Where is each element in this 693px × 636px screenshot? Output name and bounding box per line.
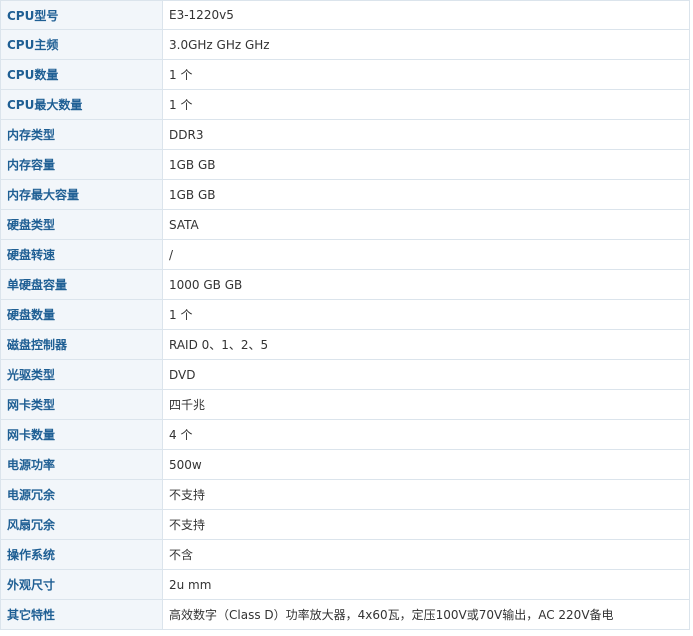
spec-row-optical-drive-type: 光驱类型 DVD [0,359,690,390]
spec-row-nic-type: 网卡类型 四千兆 [0,389,690,420]
spec-row-dimensions: 外观尺寸 2u mm [0,569,690,600]
spec-label: CPU数量 [0,59,163,90]
spec-label: 内存容量 [0,149,163,180]
spec-row-cpu-max-count: CPU最大数量 1 个 [0,89,690,120]
spec-label: 操作系统 [0,539,163,570]
spec-label: 风扇冗余 [0,509,163,540]
spec-value: 1GB GB [162,149,690,180]
spec-value: 1GB GB [162,179,690,210]
spec-row-memory-capacity: 内存容量 1GB GB [0,149,690,180]
spec-value: 不含 [162,539,690,570]
spec-row-fan-redundancy: 风扇冗余 不支持 [0,509,690,540]
spec-label: 硬盘数量 [0,299,163,330]
spec-row-power-supply: 电源功率 500w [0,449,690,480]
spec-label: 硬盘转速 [0,239,163,270]
spec-value: DVD [162,359,690,390]
spec-value: 不支持 [162,479,690,510]
spec-label: 单硬盘容量 [0,269,163,300]
spec-label: 硬盘类型 [0,209,163,240]
spec-value: 高效数字（Class D）功率放大器，4x60瓦，定压100V或70V输出，AC… [162,599,690,630]
spec-label: 电源冗余 [0,479,163,510]
spec-value: DDR3 [162,119,690,150]
spec-value: E3-1220v5 [162,0,690,30]
spec-value: 2u mm [162,569,690,600]
spec-label: 内存最大容量 [0,179,163,210]
spec-row-single-disk-capacity: 单硬盘容量 1000 GB GB [0,269,690,300]
spec-row-nic-count: 网卡数量 4 个 [0,419,690,450]
spec-label: CPU最大数量 [0,89,163,120]
spec-value: 1 个 [162,299,690,330]
spec-row-disk-count: 硬盘数量 1 个 [0,299,690,330]
spec-value: 四千兆 [162,389,690,420]
spec-label: 内存类型 [0,119,163,150]
spec-label: 光驱类型 [0,359,163,390]
spec-row-operating-system: 操作系统 不含 [0,539,690,570]
spec-row-memory-type: 内存类型 DDR3 [0,119,690,150]
spec-value: 4 个 [162,419,690,450]
spec-table-body: CPU型号 E3-1220v5 CPU主频 3.0GHz GHz GHz CPU… [0,0,690,630]
spec-label: 磁盘控制器 [0,329,163,360]
spec-row-memory-max-capacity: 内存最大容量 1GB GB [0,179,690,210]
spec-label: CPU主频 [0,29,163,60]
spec-value: 500w [162,449,690,480]
spec-value: / [162,239,690,270]
spec-label: 网卡数量 [0,419,163,450]
spec-value: 不支持 [162,509,690,540]
spec-label: 电源功率 [0,449,163,480]
spec-row-disk-type: 硬盘类型 SATA [0,209,690,240]
spec-label: 外观尺寸 [0,569,163,600]
spec-table: CPU型号 E3-1220v5 CPU主频 3.0GHz GHz GHz CPU… [0,0,690,630]
spec-value: 1000 GB GB [162,269,690,300]
spec-label: 网卡类型 [0,389,163,420]
spec-row-cpu-frequency: CPU主频 3.0GHz GHz GHz [0,29,690,60]
spec-value: RAID 0、1、2、5 [162,329,690,360]
spec-row-other-features: 其它特性 高效数字（Class D）功率放大器，4x60瓦，定压100V或70V… [0,599,690,630]
spec-label: CPU型号 [0,0,163,30]
spec-label: 其它特性 [0,599,163,630]
spec-value: SATA [162,209,690,240]
spec-value: 3.0GHz GHz GHz [162,29,690,60]
spec-value: 1 个 [162,89,690,120]
spec-value: 1 个 [162,59,690,90]
spec-row-power-redundancy: 电源冗余 不支持 [0,479,690,510]
spec-row-disk-speed: 硬盘转速 / [0,239,690,270]
spec-row-cpu-count: CPU数量 1 个 [0,59,690,90]
spec-row-disk-controller: 磁盘控制器 RAID 0、1、2、5 [0,329,690,360]
spec-row-cpu-model: CPU型号 E3-1220v5 [0,0,690,30]
